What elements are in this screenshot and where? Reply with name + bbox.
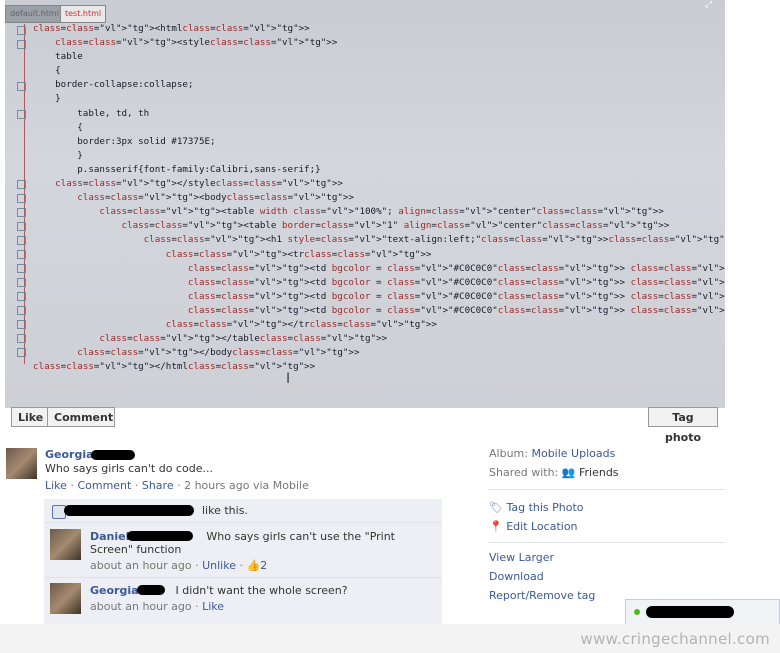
shared-with-label: Shared with: (489, 466, 559, 479)
comment-divider (44, 522, 442, 523)
report-row: Report/Remove tag (489, 589, 595, 602)
chat-tab[interactable] (625, 599, 780, 624)
comments-box: like this. Daniel Who says girls can't u… (44, 499, 442, 624)
comment-text: I didn't want the whole screen? (175, 584, 348, 597)
post-like-link[interactable]: Like (45, 479, 67, 492)
post-author-avatar[interactable] (6, 448, 37, 479)
edit-location-row: 📍 Edit Location (489, 520, 578, 533)
post-timestamp: 2 hours ago via Mobile (184, 479, 309, 492)
download-row: Download (489, 570, 544, 583)
comment-like-count[interactable]: 👍2 (246, 559, 267, 572)
photo-viewer: default.html test.html class=class="vl">… (5, 0, 725, 408)
album-row: Album: Mobile Uploads (489, 447, 615, 460)
sidebar-divider (489, 489, 725, 490)
comment-author-georgia[interactable]: Georgia (90, 584, 139, 597)
separator-dot: · (134, 479, 142, 492)
sidebar-divider (489, 542, 725, 543)
comment-avatar-georgia[interactable] (50, 583, 81, 614)
report-remove-tag-link[interactable]: Report/Remove tag (489, 589, 595, 602)
comment-time: about an hour ago (90, 559, 192, 572)
tag-icon: 🏷 (489, 501, 503, 514)
photo-like-button[interactable]: Like (11, 407, 48, 427)
comment-time: about an hour ago (90, 600, 192, 613)
thumbs-up-icon: 👍 (246, 559, 261, 572)
comment-meta: about an hour ago · Like (90, 600, 225, 613)
download-link[interactable]: Download (489, 570, 544, 583)
watermark-text: www.cringechannel.com (580, 630, 770, 648)
post-text: Who says girls can't do code... (45, 462, 213, 475)
redacted-chat-name (646, 606, 734, 618)
redacted-surname (137, 585, 165, 595)
view-larger-link[interactable]: View Larger (489, 551, 554, 564)
post-author-row: Georgia (45, 448, 94, 461)
redacted-likers (64, 505, 194, 516)
comment-author-daniel[interactable]: Daniel (90, 530, 129, 543)
shared-with-row: Shared with: 👥 Friends (489, 466, 619, 479)
editor-tab-default: default.html (5, 5, 64, 23)
expand-icon[interactable]: ⤢ (705, 0, 717, 10)
post-actions: Like · Comment · Share · 2 hours ago via… (45, 479, 309, 492)
text-cursor-icon: I (286, 371, 291, 387)
code-listing: class=class="vl">"tg"><htmlclass=class="… (33, 23, 725, 373)
redacted-surname (127, 531, 193, 541)
post-share-link[interactable]: Share (142, 479, 174, 492)
friends-icon: 👥 (561, 466, 576, 479)
tag-photo-button[interactable]: Tag photo (648, 407, 718, 444)
album-link[interactable]: Mobile Uploads (531, 447, 615, 460)
shared-with-value[interactable]: Friends (579, 466, 619, 479)
view-larger-row: View Larger (489, 551, 554, 564)
comment-unlike-link[interactable]: Unlike (202, 559, 236, 572)
comment-meta: about an hour ago · Unlike · 👍2 (90, 559, 268, 572)
comment-divider (44, 577, 442, 578)
online-status-icon (634, 609, 640, 615)
redacted-surname (91, 450, 135, 460)
tag-this-photo-row: 🏷 Tag this Photo (489, 501, 584, 514)
editor-fold-gutter (17, 24, 29, 370)
likes-suffix: like this. (202, 504, 248, 517)
editor-tabs: default.html test.html (5, 5, 115, 23)
album-label: Album: (489, 447, 528, 460)
location-pin-icon: 📍 (489, 520, 503, 533)
post-comment-link[interactable]: Comment (77, 479, 131, 492)
comment-like-link[interactable]: Like (202, 600, 224, 613)
photo-comment-button[interactable]: Comment (47, 407, 115, 427)
post-author-name[interactable]: Georgia (45, 448, 94, 461)
editor-tab-test: test.html (60, 5, 107, 23)
tag-this-photo-link[interactable]: Tag this Photo (506, 501, 583, 514)
watermark-bar: www.cringechannel.com (0, 624, 780, 653)
edit-location-link[interactable]: Edit Location (506, 520, 577, 533)
comment-avatar-daniel[interactable] (50, 529, 81, 560)
